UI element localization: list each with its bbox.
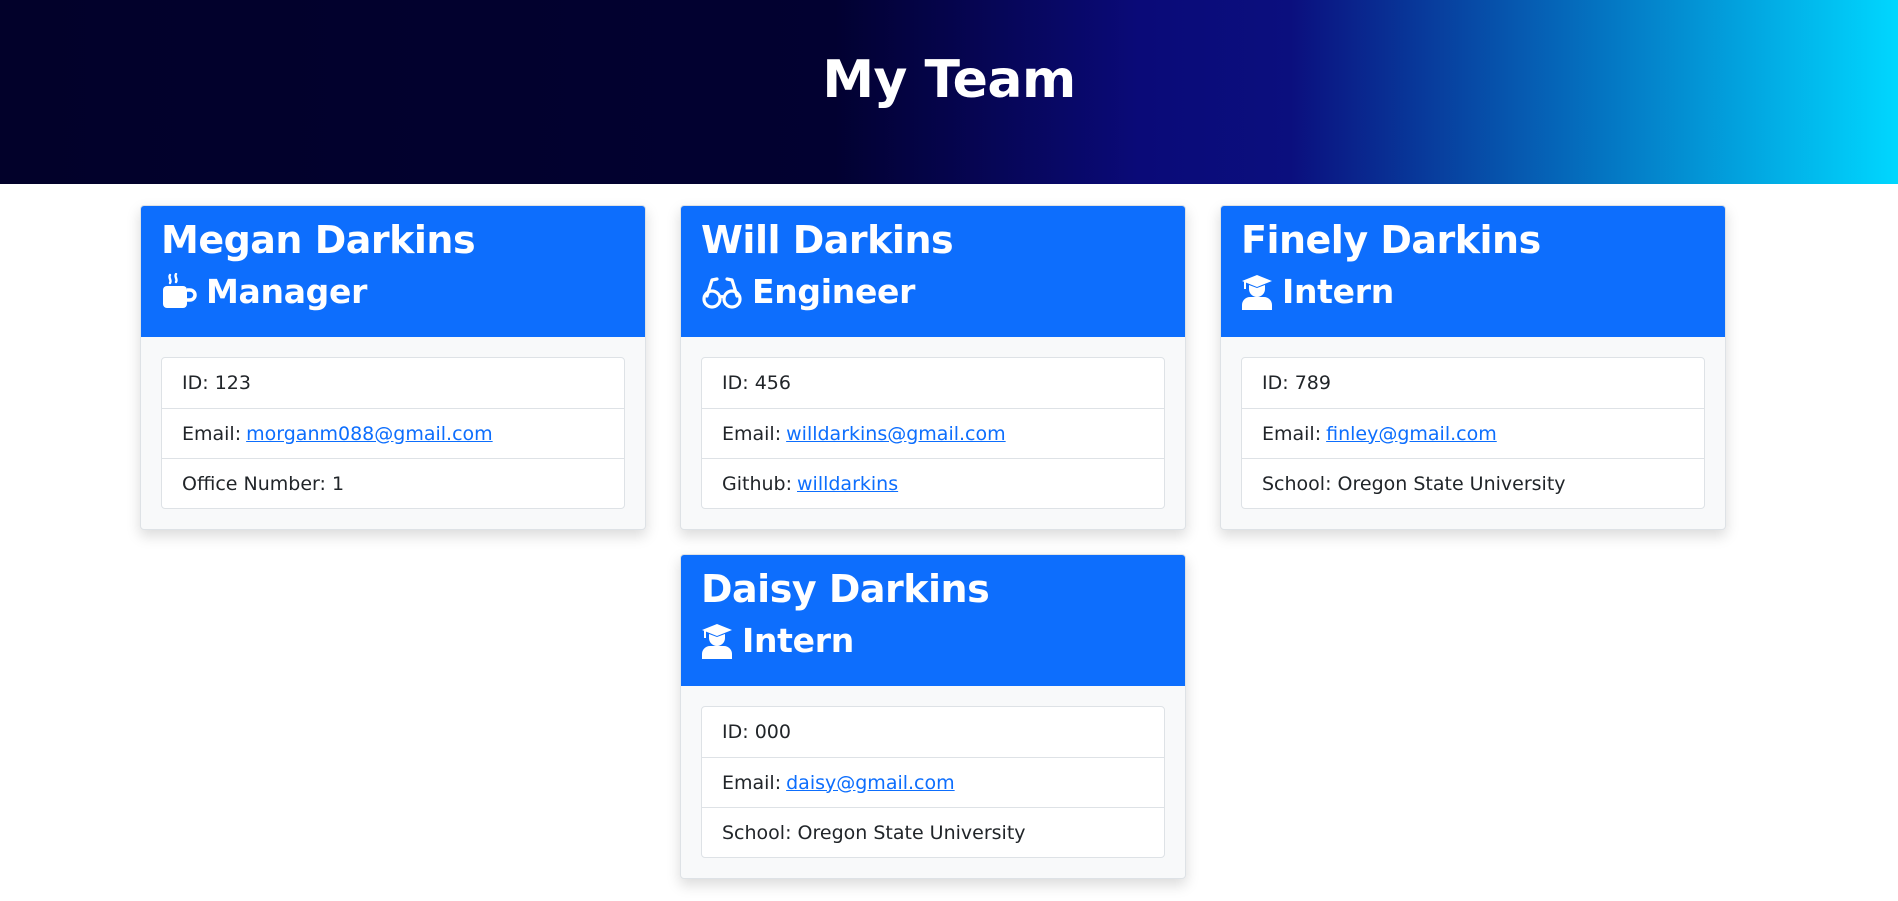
role-label: Intern — [1282, 272, 1394, 311]
employee-card-manager: Megan Darkins Manager ID: 123 Email: mor… — [140, 205, 646, 530]
details-list: ID: 000 Email: daisy@gmail.com School: O… — [701, 706, 1165, 858]
employee-card-intern: Daisy Darkins Intern ID: 000 Email: dais… — [680, 554, 1186, 879]
email-link[interactable]: willdarkins@gmail.com — [786, 423, 1006, 445]
list-item-email: Email: finley@gmail.com — [1242, 408, 1704, 458]
employee-role: Manager — [161, 272, 625, 312]
school-label: School: — [1262, 472, 1332, 495]
id-value: 456 — [754, 372, 791, 394]
user-graduate-icon — [1241, 274, 1273, 310]
email-link[interactable]: daisy@gmail.com — [786, 772, 955, 794]
card-header: Daisy Darkins Intern — [681, 555, 1185, 686]
list-item-email: Email: daisy@gmail.com — [702, 757, 1164, 807]
card-header: Will Darkins Engineer — [681, 206, 1185, 337]
card-body: ID: 000 Email: daisy@gmail.com School: O… — [681, 686, 1185, 858]
list-item-school: School: Oregon State University — [702, 807, 1164, 857]
github-link[interactable]: willdarkins — [797, 473, 898, 495]
card-body: ID: 789 Email: finley@gmail.com School: … — [1221, 337, 1725, 509]
role-label: Manager — [206, 272, 368, 311]
list-item-email: Email: willdarkins@gmail.com — [702, 408, 1164, 458]
card-body: ID: 456 Email: willdarkins@gmail.com Git… — [681, 337, 1185, 509]
school-value: Oregon State University — [1337, 472, 1566, 495]
id-label: ID: — [722, 721, 749, 743]
list-item-id: ID: 000 — [702, 707, 1164, 757]
employee-name: Will Darkins — [701, 218, 954, 262]
school-label: School: — [722, 821, 792, 844]
email-label: Email: — [182, 422, 242, 445]
email-label: Email: — [1262, 422, 1322, 445]
list-item-email: Email: morganm088@gmail.com — [162, 408, 624, 458]
list-item-office: Office Number: 1 — [162, 458, 624, 508]
role-label: Engineer — [752, 272, 916, 311]
page-title: My Team — [822, 50, 1076, 110]
id-label: ID: — [182, 372, 209, 394]
office-label: Office Number: — [182, 472, 326, 495]
card-header: Finely Darkins Intern — [1221, 206, 1725, 337]
details-list: ID: 789 Email: finley@gmail.com School: … — [1241, 357, 1705, 509]
mug-hot-icon — [161, 273, 197, 311]
page-header: My Team — [0, 0, 1898, 184]
employee-name: Finely Darkins — [1241, 218, 1541, 262]
glasses-icon — [701, 274, 743, 310]
github-label: Github: — [722, 472, 792, 495]
list-item-github: Github: willdarkins — [702, 458, 1164, 508]
employee-role: Intern — [1241, 272, 1705, 312]
email-link[interactable]: finley@gmail.com — [1326, 423, 1497, 445]
user-graduate-icon — [701, 623, 733, 659]
employee-role: Intern — [701, 621, 1165, 661]
email-link[interactable]: morganm088@gmail.com — [246, 423, 493, 445]
details-list: ID: 123 Email: morganm088@gmail.com Offi… — [161, 357, 625, 509]
employee-name: Daisy Darkins — [701, 567, 990, 611]
employee-name: Megan Darkins — [161, 218, 476, 262]
id-value: 123 — [214, 372, 251, 394]
card-header: Megan Darkins Manager — [141, 206, 645, 337]
email-label: Email: — [722, 771, 782, 794]
employee-role: Engineer — [701, 272, 1165, 312]
employee-card-engineer: Will Darkins Engineer ID: 456 Email: wil… — [680, 205, 1186, 530]
email-label: Email: — [722, 422, 782, 445]
id-value: 789 — [1294, 372, 1331, 394]
list-item-id: ID: 789 — [1242, 358, 1704, 408]
employee-card-intern: Finely Darkins Intern ID: 789 Email: fin… — [1220, 205, 1726, 530]
card-body: ID: 123 Email: morganm088@gmail.com Offi… — [141, 337, 645, 509]
id-label: ID: — [722, 372, 749, 394]
list-item-id: ID: 123 — [162, 358, 624, 408]
list-item-school: School: Oregon State University — [1242, 458, 1704, 508]
id-label: ID: — [1262, 372, 1289, 394]
id-value: 000 — [754, 721, 791, 743]
list-item-id: ID: 456 — [702, 358, 1164, 408]
details-list: ID: 456 Email: willdarkins@gmail.com Git… — [701, 357, 1165, 509]
school-value: Oregon State University — [797, 821, 1026, 844]
role-label: Intern — [742, 621, 854, 660]
office-value: 1 — [331, 472, 345, 495]
